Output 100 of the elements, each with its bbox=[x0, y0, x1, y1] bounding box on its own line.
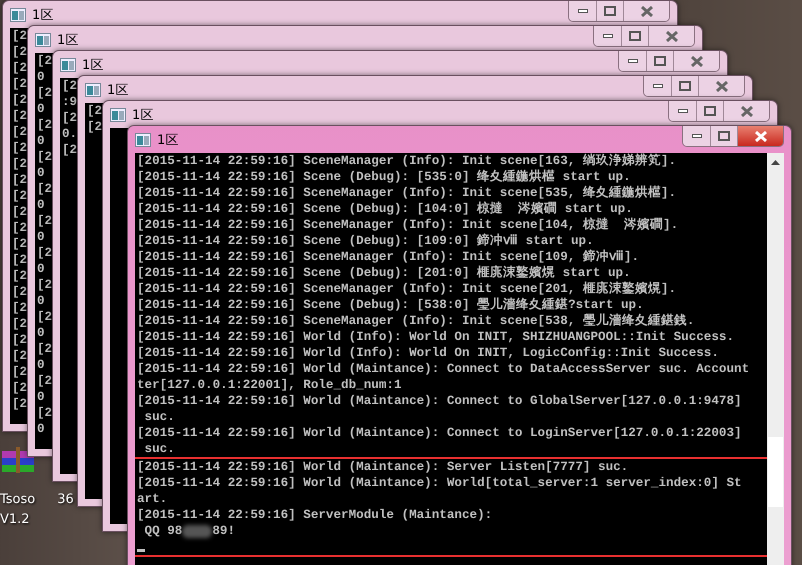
console-line: [2 bbox=[37, 117, 52, 133]
console-line: [2015-11-14 22:59:16] World (Maintance): Connect to GlobalServer[127.0.0.1:9478] bbox=[137, 393, 742, 409]
window-title: 1区 bbox=[32, 6, 54, 24]
console-line: [2015-11-14 22:59:16] Scene (Debug): [201:0] 榧庣涑鐜嬪熀 start up. bbox=[137, 265, 631, 281]
maximize-button[interactable] bbox=[621, 26, 648, 46]
minimize-button[interactable] bbox=[619, 51, 646, 71]
maximize-button[interactable] bbox=[671, 76, 698, 96]
desktop-icon-label[interactable]: 36 bbox=[57, 490, 74, 529]
console-line: [2 bbox=[12, 252, 28, 268]
console-line: [2 bbox=[37, 53, 52, 69]
console-line: [2 bbox=[12, 60, 28, 76]
maximize-icon bbox=[704, 106, 716, 116]
console-line: [2 bbox=[62, 78, 78, 94]
console-line: [2 bbox=[12, 28, 28, 44]
console-line: [2 bbox=[12, 124, 28, 140]
minimize-icon bbox=[628, 59, 638, 63]
console-line: [2 bbox=[37, 85, 52, 101]
console-line: [2 bbox=[37, 149, 52, 165]
text-cursor bbox=[137, 549, 145, 552]
close-button[interactable] bbox=[737, 126, 783, 146]
console-line: [2015-11-14 22:59:16] World (Maintance): Connect to LoginServer[127.0.0.1:22003] bbox=[137, 425, 742, 441]
console-line: [2015-11-14 22:59:16] SceneManager (Info): Init scene[109, 鍗冲ⅷ]. bbox=[137, 249, 640, 265]
scroll-up-icon[interactable] bbox=[771, 159, 780, 165]
console-line: [2 bbox=[12, 172, 28, 188]
console-line: ter[127.0.0.1:22001], Role_db_num:1 bbox=[137, 377, 402, 393]
console-line: [2 bbox=[37, 341, 52, 357]
console-line: [2 bbox=[12, 44, 28, 60]
console-line: [2 bbox=[12, 284, 28, 300]
close-icon bbox=[664, 30, 678, 42]
console-line: QQ 98 bbox=[144, 523, 182, 539]
console-line: [2 bbox=[37, 309, 52, 325]
console-line: [2 bbox=[12, 364, 28, 380]
minimize-button[interactable] bbox=[594, 26, 621, 46]
close-button[interactable] bbox=[623, 1, 669, 21]
close-button[interactable] bbox=[648, 26, 694, 46]
minimize-icon bbox=[678, 109, 688, 113]
console-line: 0 bbox=[37, 389, 45, 405]
console-line: [2015-11-14 22:59:16] SceneManager (Info): Init scene[535, 绛夊緟鍦烘櫙]. bbox=[137, 185, 676, 201]
console-line: 0. bbox=[62, 126, 78, 142]
close-icon bbox=[640, 6, 654, 16]
console-line: 0 bbox=[37, 293, 45, 309]
console-line: [2 bbox=[12, 140, 28, 156]
console-line: 0 bbox=[37, 101, 45, 117]
console-line: [2 bbox=[12, 236, 28, 252]
console-line: [2015-11-14 22:59:16] SceneManager (Info): Init scene[163, 绱玖浄娣辨笂]. bbox=[137, 153, 676, 169]
console-line: 89! bbox=[212, 523, 236, 539]
console-line: [2 bbox=[12, 380, 28, 396]
scrollbar-thumb[interactable] bbox=[768, 437, 783, 507]
stacked-books-icon[interactable] bbox=[2, 445, 36, 475]
console-line: [2 bbox=[12, 220, 28, 236]
minimize-button[interactable] bbox=[683, 126, 710, 146]
maximize-button[interactable] bbox=[646, 51, 673, 71]
close-icon bbox=[740, 106, 754, 116]
console-line: [2 bbox=[37, 373, 52, 389]
console-line: [2 bbox=[62, 110, 78, 126]
console-line: [2 bbox=[12, 396, 28, 412]
console-line: [2 bbox=[37, 181, 52, 197]
console-line: [2015-11-14 22:59:16] Scene (Debug): [538:0] 璺儿濇绛夊緟鍖?start up. bbox=[137, 297, 644, 313]
console-line: [2 bbox=[12, 332, 28, 348]
console-line: [2 bbox=[37, 213, 52, 229]
console-line: [2 bbox=[87, 103, 102, 119]
console-line: suc. bbox=[144, 441, 175, 457]
console-line: [2015-11-14 22:59:16] ServerModule (Maintance): bbox=[137, 507, 492, 523]
minimize-icon bbox=[602, 34, 612, 38]
console-line: [2015-11-14 22:59:16] World (Info): World On INIT, LogicConfig::Init Success. bbox=[137, 345, 719, 361]
minimize-button[interactable] bbox=[669, 101, 696, 121]
console-line: 0 bbox=[37, 229, 45, 245]
console-line: suc. bbox=[144, 409, 175, 425]
maximize-icon bbox=[679, 81, 691, 91]
console-line: [2015-11-14 22:59:16] World (Info): World On INIT, SHIZHUANGPOOL::Init Success. bbox=[137, 329, 734, 345]
console-line: [2 bbox=[12, 108, 28, 124]
console-line: 0 bbox=[37, 261, 45, 277]
scrollbar[interactable] bbox=[767, 153, 784, 565]
console-line: [2015-11-14 22:59:16] World (Maintance): Server Listen[7777] suc. bbox=[137, 459, 628, 475]
redaction-blur bbox=[182, 524, 212, 538]
close-icon bbox=[714, 80, 728, 92]
console-line: art. bbox=[137, 491, 168, 507]
console-line: 0 bbox=[37, 357, 45, 373]
console-line: [2015-11-14 22:59:16] SceneManager (Info): Init scene[104, 椋撻 涔嬪磵]. bbox=[137, 217, 678, 233]
console-line: [2 bbox=[37, 245, 52, 261]
minimize-button[interactable] bbox=[644, 76, 671, 96]
maximize-button[interactable] bbox=[710, 126, 737, 146]
console-line: [2 bbox=[12, 316, 28, 332]
minimize-button[interactable] bbox=[569, 1, 596, 21]
minimize-icon bbox=[578, 9, 588, 13]
console-line: [2015-11-14 22:59:16] World (Maintance): World[total_server:1 server_index:0] St bbox=[137, 475, 742, 491]
console-line: 0 bbox=[37, 69, 45, 85]
close-icon bbox=[754, 130, 768, 142]
desktop-icon-label[interactable]: Tsoso V1.2 bbox=[0, 490, 36, 529]
close-button[interactable] bbox=[698, 76, 744, 96]
console-line: [2015-11-14 22:59:16] Scene (Debug): [104:0] 椋撻 涔嬪磵 start up. bbox=[137, 201, 633, 217]
console-line: [2015-11-14 22:59:16] SceneManager (Info): Init scene[201, 榧庣涑鐜嬪熀]. bbox=[137, 281, 676, 297]
close-button[interactable] bbox=[723, 101, 769, 121]
maximize-button[interactable] bbox=[596, 1, 623, 21]
maximize-button[interactable] bbox=[696, 101, 723, 121]
close-icon bbox=[690, 56, 704, 66]
console-line: [2 bbox=[12, 76, 28, 92]
close-button[interactable] bbox=[673, 51, 719, 71]
console-line: 0 bbox=[37, 133, 45, 149]
maximize-icon bbox=[654, 56, 666, 66]
